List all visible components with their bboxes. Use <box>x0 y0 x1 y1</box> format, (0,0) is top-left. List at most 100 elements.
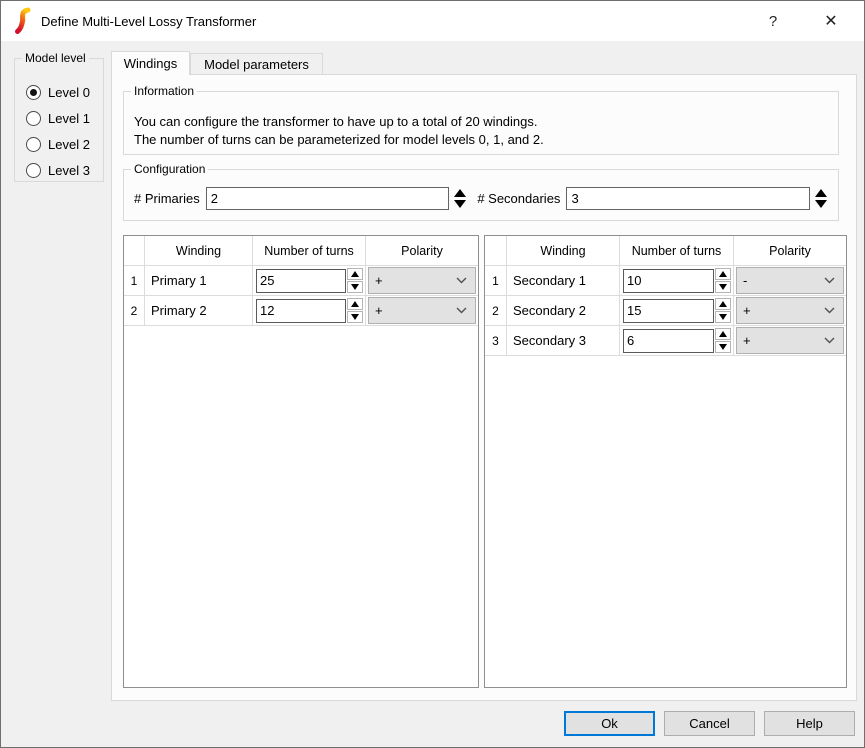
radio-level-2[interactable]: Level 2 <box>26 131 103 157</box>
secondary-windings-table: Winding Number of turns Polarity 1 Secon… <box>484 235 847 688</box>
turns-input[interactable] <box>256 269 346 293</box>
turns-input[interactable] <box>623 329 714 353</box>
polarity-cell: + <box>734 296 846 326</box>
radio-level-1[interactable]: Level 1 <box>26 105 103 131</box>
spin-up-icon <box>719 271 727 277</box>
help-button[interactable]: Help <box>764 711 855 736</box>
chevron-down-icon <box>824 307 835 314</box>
primaries-input[interactable] <box>206 187 450 210</box>
close-icon[interactable]: ✕ <box>808 1 854 41</box>
polarity-dropdown[interactable]: + <box>368 267 476 294</box>
ok-button-label: Ok <box>601 716 618 731</box>
radio-icon <box>26 137 41 152</box>
row-header: 1 <box>485 266 507 296</box>
turns-input[interactable] <box>623 269 714 293</box>
information-line-2: The number of turns can be parameterized… <box>134 131 838 149</box>
primaries-spinner[interactable] <box>452 189 467 208</box>
spin-down-button[interactable] <box>715 281 731 293</box>
spin-up-button[interactable] <box>347 298 363 310</box>
cancel-button[interactable]: Cancel <box>664 711 755 736</box>
polarity-value: + <box>743 303 751 318</box>
window-title: Define Multi-Level Lossy Transformer <box>41 14 256 29</box>
col-header-winding: Winding <box>145 236 253 266</box>
polarity-cell: + <box>734 326 846 356</box>
turns-spinner[interactable] <box>715 328 731 353</box>
title-bar: Define Multi-Level Lossy Transformer ? ✕ <box>1 1 864 41</box>
radio-level-3-label: Level 3 <box>48 163 90 178</box>
turns-spinner[interactable] <box>347 268 363 293</box>
spin-down-button[interactable] <box>347 281 363 293</box>
spin-down-icon <box>719 344 727 350</box>
help-button-label: Help <box>796 716 823 731</box>
turns-input[interactable] <box>623 299 714 323</box>
winding-name-cell[interactable]: Secondary 2 <box>507 296 620 326</box>
turns-cell <box>253 266 366 296</box>
polarity-cell: + <box>366 266 478 296</box>
spin-down-button[interactable] <box>715 311 731 323</box>
secondaries-input[interactable] <box>566 187 810 210</box>
polarity-value: - <box>743 273 747 288</box>
spin-up-button[interactable] <box>715 268 731 280</box>
configuration-title: Configuration <box>131 162 208 176</box>
row-header: 1 <box>124 266 145 296</box>
spin-up-icon[interactable] <box>454 189 466 197</box>
polarity-dropdown[interactable]: + <box>736 327 844 354</box>
dialog-define-multi-level-lossy-transformer: Define Multi-Level Lossy Transformer ? ✕… <box>0 0 865 748</box>
information-line-1: You can configure the transformer to hav… <box>134 113 838 131</box>
chevron-down-icon <box>824 337 835 344</box>
col-header-turns: Number of turns <box>620 236 734 266</box>
polarity-value: + <box>375 303 383 318</box>
spin-down-icon[interactable] <box>815 200 827 208</box>
winding-name-cell[interactable]: Primary 1 <box>145 266 253 296</box>
turns-spinner[interactable] <box>715 268 731 293</box>
ok-button[interactable]: Ok <box>564 711 655 736</box>
polarity-dropdown[interactable]: - <box>736 267 844 294</box>
winding-name-cell[interactable]: Primary 2 <box>145 296 253 326</box>
spin-down-button[interactable] <box>347 311 363 323</box>
spin-up-icon[interactable] <box>815 189 827 197</box>
configuration-groupbox: Configuration # Primaries # Secondaries <box>123 169 839 221</box>
row-header: 3 <box>485 326 507 356</box>
tab-model-parameters[interactable]: Model parameters <box>190 53 323 75</box>
tab-windings[interactable]: Windings <box>111 51 190 75</box>
row-header: 2 <box>485 296 507 326</box>
primary-windings-table: Winding Number of turns Polarity 1 Prima… <box>123 235 479 688</box>
turns-input[interactable] <box>256 299 346 323</box>
spin-up-button[interactable] <box>715 328 731 340</box>
winding-name-cell[interactable]: Secondary 3 <box>507 326 620 356</box>
spin-down-button[interactable] <box>715 341 731 353</box>
corner-header <box>124 236 145 266</box>
spin-down-icon <box>719 284 727 290</box>
polarity-dropdown[interactable]: + <box>368 297 476 324</box>
chevron-down-icon <box>824 277 835 284</box>
turns-spinner[interactable] <box>347 298 363 323</box>
polarity-dropdown[interactable]: + <box>736 297 844 324</box>
spin-down-icon <box>719 314 727 320</box>
secondaries-spinner[interactable] <box>813 189 828 208</box>
primaries-label: # Primaries <box>134 191 200 206</box>
tab-windings-label: Windings <box>124 56 177 71</box>
spin-up-button[interactable] <box>347 268 363 280</box>
col-header-polarity: Polarity <box>366 236 478 266</box>
turns-cell <box>620 326 734 356</box>
titlebar-help-button[interactable]: ? <box>750 1 796 41</box>
corner-header <box>485 236 507 266</box>
turns-spinner[interactable] <box>715 298 731 323</box>
winding-name-cell[interactable]: Secondary 1 <box>507 266 620 296</box>
col-header-winding: Winding <box>507 236 620 266</box>
radio-icon <box>26 163 41 178</box>
tab-model-parameters-label: Model parameters <box>204 57 309 72</box>
chevron-down-icon <box>456 307 467 314</box>
spin-down-icon <box>351 284 359 290</box>
spin-down-icon[interactable] <box>454 200 466 208</box>
radio-level-0-label: Level 0 <box>48 85 90 100</box>
radio-level-0[interactable]: Level 0 <box>26 79 103 105</box>
spin-up-button[interactable] <box>715 298 731 310</box>
spin-up-icon <box>719 301 727 307</box>
turns-cell <box>620 266 734 296</box>
radio-level-3[interactable]: Level 3 <box>26 157 103 183</box>
spin-up-icon <box>719 331 727 337</box>
model-level-radio-group: Level 0 Level 1 Level 2 Level 3 <box>15 59 103 183</box>
radio-level-1-label: Level 1 <box>48 111 90 126</box>
row-header: 2 <box>124 296 145 326</box>
